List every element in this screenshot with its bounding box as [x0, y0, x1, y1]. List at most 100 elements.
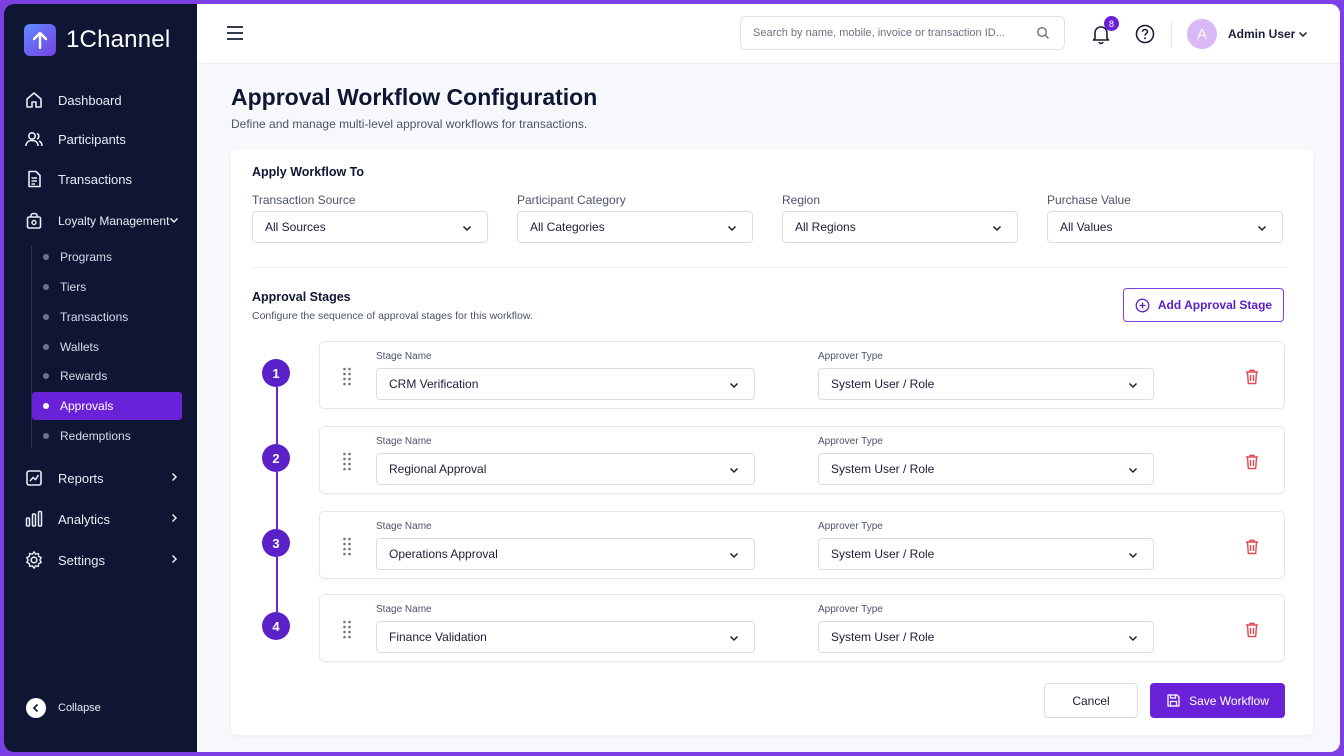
- search-icon[interactable]: [1036, 26, 1050, 40]
- stage-number-badge: 3: [262, 529, 290, 557]
- bullet-dot: [43, 433, 49, 439]
- participant-category-select[interactable]: All Categories: [517, 211, 753, 243]
- stage-row: Stage Name CRM Verification Approver Typ…: [319, 341, 1285, 409]
- sidebar-subitem-redemptions[interactable]: Redemptions: [32, 422, 182, 450]
- chevron-down-icon: [1128, 382, 1138, 389]
- collapse-label: Collapse: [58, 702, 101, 714]
- drag-handle-icon[interactable]: [342, 451, 352, 471]
- sidebar-subitem-transactions[interactable]: Transactions: [32, 303, 182, 331]
- stage-name-label: Stage Name: [376, 604, 432, 615]
- drag-handle-icon[interactable]: [342, 536, 352, 556]
- sidebar-subitem-label: Wallets: [60, 340, 99, 354]
- chevron-down-icon: [169, 217, 179, 224]
- trash-icon[interactable]: [1244, 621, 1260, 638]
- sidebar-item-dashboard[interactable]: Dashboard: [24, 88, 184, 112]
- chevron-down-icon: [727, 225, 737, 232]
- approver-type-select[interactable]: System User / Role: [818, 368, 1154, 400]
- cancel-button[interactable]: Cancel: [1044, 683, 1138, 718]
- select-value: System User / Role: [831, 630, 935, 644]
- stage-row: Stage Name Finance Validation Approver T…: [319, 594, 1285, 662]
- apply-workflow-heading: Apply Workflow To: [252, 165, 365, 179]
- select-value: CRM Verification: [389, 377, 479, 391]
- stage-name-select[interactable]: Operations Approval: [376, 538, 755, 570]
- chevron-down-icon: [729, 635, 739, 642]
- region-select[interactable]: All Regions: [782, 211, 1018, 243]
- gear-icon: [26, 551, 42, 569]
- sidebar-subitem-rewards[interactable]: Rewards: [32, 362, 182, 390]
- participant-category-label: Participant Category: [517, 193, 626, 207]
- sidebar-item-loyalty-management[interactable]: Loyalty Management: [24, 209, 184, 233]
- sidebar-item-participants[interactable]: Participants: [24, 127, 184, 151]
- stage-number-badge: 2: [262, 444, 290, 472]
- sidebar-subitem-wallets[interactable]: Wallets: [32, 333, 182, 361]
- sidebar-subitem-programs[interactable]: Programs: [32, 243, 182, 271]
- chevron-left-icon: [26, 698, 46, 718]
- stage-number-badge: 1: [262, 359, 290, 387]
- add-approval-stage-button[interactable]: Add Approval Stage: [1123, 288, 1284, 322]
- collapse-button[interactable]: Collapse: [26, 698, 101, 718]
- select-value: Finance Validation: [389, 630, 487, 644]
- add-approval-stage-label: Add Approval Stage: [1157, 298, 1273, 312]
- brand[interactable]: 1Channel: [24, 24, 170, 56]
- transaction-source-label: Transaction Source: [252, 193, 356, 207]
- stage-name-select[interactable]: Regional Approval: [376, 453, 755, 485]
- sidebar-item-reports[interactable]: Reports: [24, 466, 184, 490]
- chevron-down-icon: [729, 382, 739, 389]
- stage-name-select[interactable]: CRM Verification: [376, 368, 755, 400]
- chevron-down-icon[interactable]: [1297, 28, 1309, 40]
- sidebar-item-label: Loyalty Management: [58, 214, 170, 228]
- drag-handle-icon[interactable]: [342, 619, 352, 639]
- chevron-down-icon: [1257, 225, 1267, 232]
- sidebar-subitem-tiers[interactable]: Tiers: [32, 273, 182, 301]
- sidebar-item-label: Transactions: [58, 171, 132, 187]
- purchase-value-select[interactable]: All Values: [1047, 211, 1283, 243]
- sidebar-item-transactions[interactable]: Transactions: [24, 167, 184, 191]
- trash-icon[interactable]: [1244, 538, 1260, 555]
- stage-name-label: Stage Name: [376, 436, 432, 447]
- trash-icon[interactable]: [1244, 453, 1260, 470]
- user-name[interactable]: Admin User: [1228, 27, 1295, 41]
- sidebar-item-analytics[interactable]: Analytics: [24, 507, 184, 531]
- sidebar: 1Channel Dashboard Participants Transact…: [4, 4, 197, 752]
- chevron-down-icon: [1128, 552, 1138, 559]
- select-value: Regional Approval: [389, 462, 487, 476]
- timeline-connector: [276, 472, 278, 529]
- transaction-source-select[interactable]: All Sources: [252, 211, 488, 243]
- approver-type-label: Approver Type: [818, 604, 883, 615]
- timeline-connector: [276, 387, 278, 444]
- region-label: Region: [782, 193, 821, 207]
- brand-name: 1Channel: [66, 26, 171, 53]
- stage-name-label: Stage Name: [376, 521, 432, 532]
- plus-circle-icon: [1135, 298, 1150, 312]
- approver-type-select[interactable]: System User / Role: [818, 621, 1154, 653]
- trash-icon[interactable]: [1244, 368, 1260, 385]
- approver-type-select[interactable]: System User / Role: [818, 538, 1154, 570]
- search-input[interactable]: [740, 16, 1065, 50]
- sidebar-item-settings[interactable]: Settings: [24, 548, 184, 572]
- stage-name-label: Stage Name: [376, 351, 432, 362]
- drag-handle-icon[interactable]: [342, 366, 352, 386]
- chevron-down-icon: [462, 225, 472, 232]
- chevron-right-icon: [171, 554, 178, 564]
- save-workflow-button[interactable]: Save Workflow: [1150, 683, 1285, 718]
- avatar[interactable]: A: [1187, 19, 1217, 49]
- bullet-dot: [43, 284, 49, 290]
- approver-type-select[interactable]: System User / Role: [818, 453, 1154, 485]
- bullet-dot: [43, 373, 49, 379]
- chevron-down-icon: [992, 225, 1002, 232]
- help-icon[interactable]: [1135, 24, 1155, 44]
- approval-stages-heading: Approval Stages: [252, 290, 351, 304]
- stage-name-select[interactable]: Finance Validation: [376, 621, 755, 653]
- sidebar-subitem-approvals[interactable]: Approvals: [32, 392, 182, 420]
- select-value: All Categories: [530, 220, 605, 234]
- select-value: All Values: [1060, 220, 1113, 234]
- sidebar-item-label: Participants: [58, 131, 126, 147]
- select-value: All Regions: [795, 220, 856, 234]
- timeline-connector: [276, 557, 278, 612]
- chevron-down-icon: [729, 467, 739, 474]
- sidebar-subitem-label: Transactions: [60, 310, 129, 324]
- hamburger-menu-icon[interactable]: [225, 24, 245, 42]
- select-value: System User / Role: [831, 377, 935, 391]
- approver-type-label: Approver Type: [818, 521, 883, 532]
- home-icon: [26, 92, 42, 108]
